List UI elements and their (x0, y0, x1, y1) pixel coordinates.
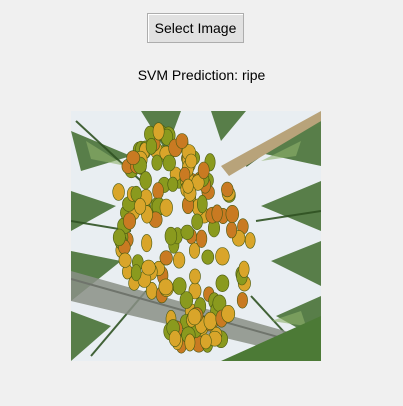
fruit-photo (71, 111, 321, 361)
app-window: Select Image SVM Prediction: ripe (0, 0, 403, 406)
select-image-button[interactable]: Select Image (147, 13, 244, 43)
prediction-label: SVM Prediction: ripe (137, 67, 266, 83)
